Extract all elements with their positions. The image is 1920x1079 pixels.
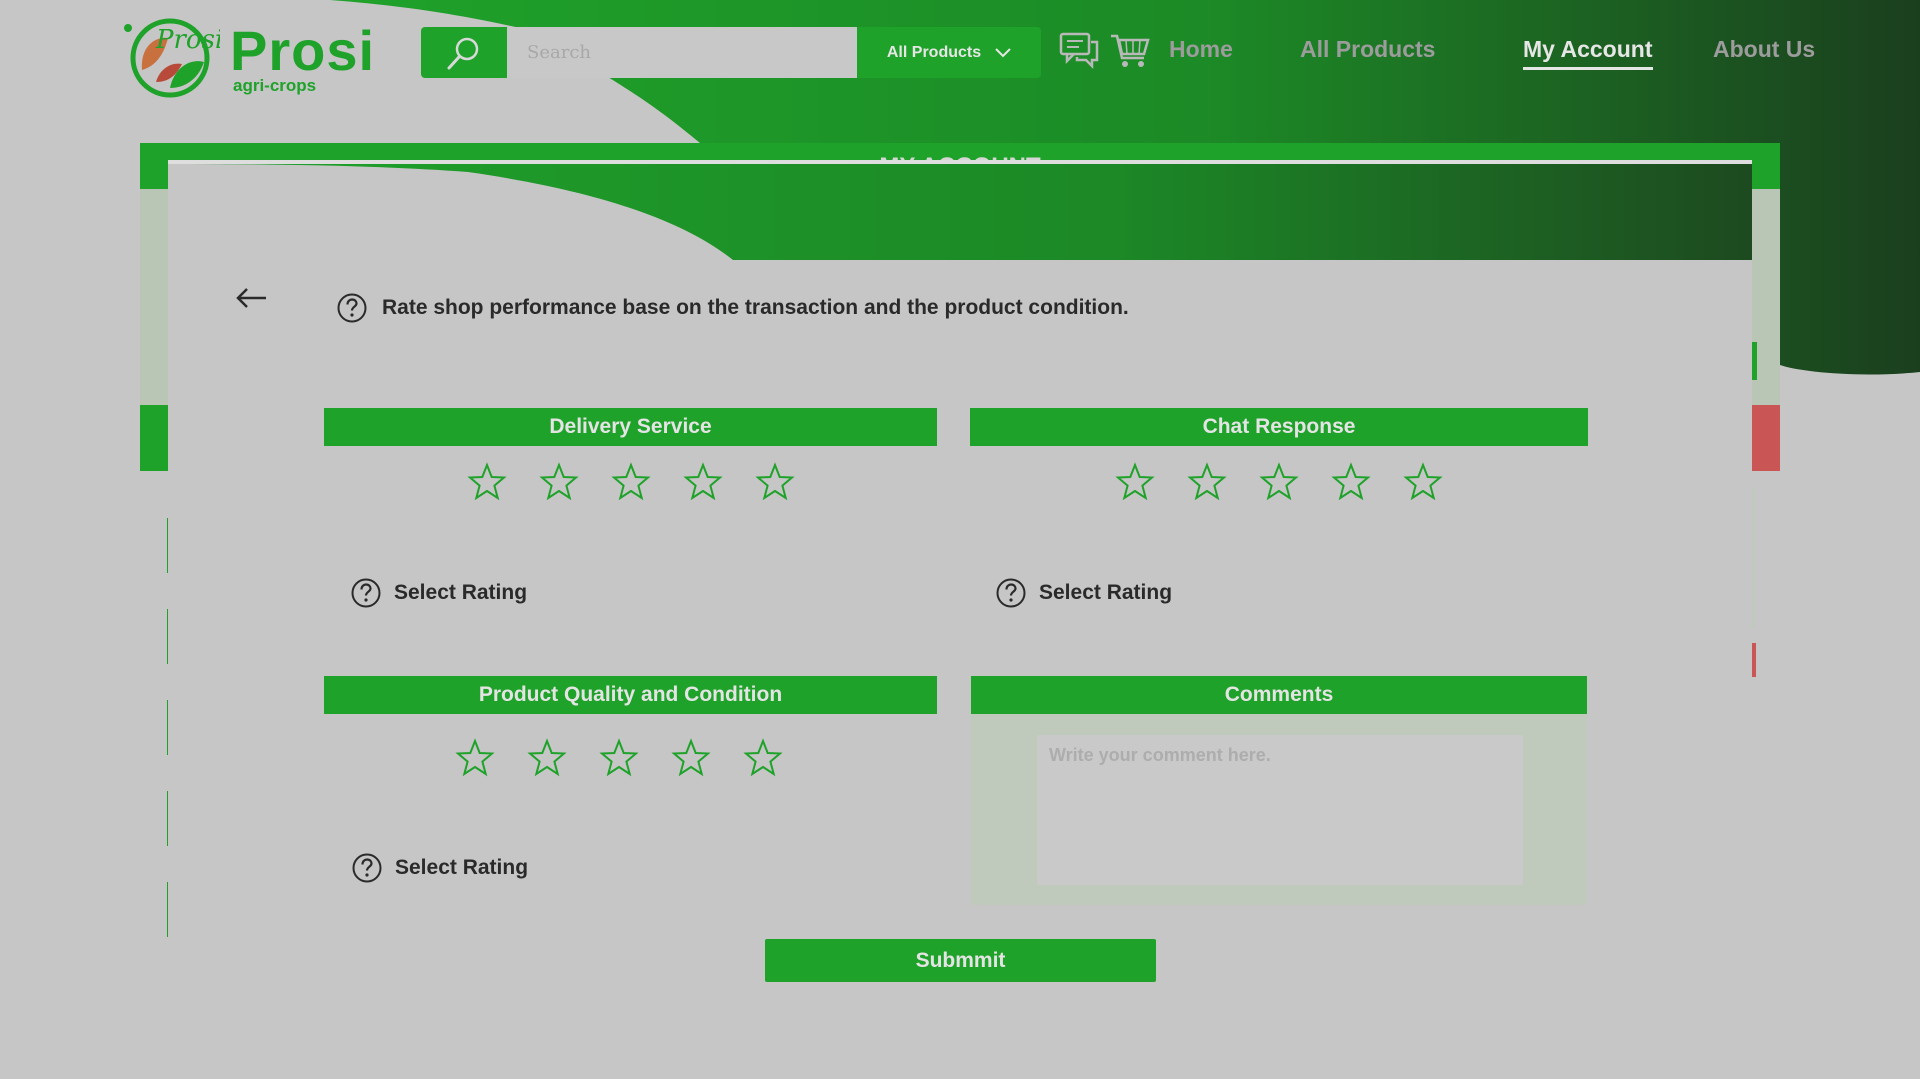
rating-card-chat: Chat Response: [970, 408, 1588, 502]
modal-header-wave: [168, 164, 1752, 260]
star-rating: [970, 462, 1588, 502]
star-rating: [324, 462, 937, 502]
rating-status-text: Select Rating: [1039, 581, 1173, 604]
background-tab: [140, 405, 168, 471]
background-divider: [1752, 488, 1755, 628]
background-alert-tab: [1752, 405, 1780, 471]
brand-tagline: agri-crops: [233, 76, 317, 95]
star-icon[interactable]: [1259, 462, 1299, 502]
rating-status-product-quality: Select Rating: [351, 852, 528, 884]
star-icon[interactable]: [598, 738, 639, 778]
help-icon: [351, 578, 381, 608]
star-icon[interactable]: [754, 462, 795, 502]
star-rating: [324, 738, 937, 778]
comment-textarea[interactable]: [1037, 735, 1523, 885]
nav-all-products[interactable]: All Products: [1300, 36, 1435, 63]
rating-instruction: Rate shop performance base on the transa…: [336, 292, 1129, 324]
star-icon[interactable]: [538, 462, 579, 502]
rating-status-chat: Select Rating: [995, 577, 1172, 609]
brand-name: Prosi: [230, 19, 376, 82]
nav-about-us[interactable]: About Us: [1713, 36, 1815, 63]
card-title: Product Quality and Condition: [324, 676, 937, 714]
logo[interactable]: Prosi Prosi agri-crops: [120, 10, 380, 98]
card-title: Chat Response: [970, 408, 1588, 446]
category-select-label: All Products: [886, 43, 982, 61]
card-title: Delivery Service: [324, 408, 937, 446]
star-icon[interactable]: [1403, 462, 1443, 502]
back-arrow-icon[interactable]: [234, 280, 270, 316]
star-icon[interactable]: [682, 462, 723, 502]
star-icon[interactable]: [526, 738, 567, 778]
chevron-down-icon: [995, 47, 1011, 57]
star-icon[interactable]: [610, 462, 651, 502]
search-bar: All Products: [421, 27, 1041, 78]
star-icon[interactable]: [742, 738, 783, 778]
background-alert-indicator: [1752, 643, 1756, 677]
rating-card-delivery: Delivery Service: [324, 408, 937, 502]
star-icon[interactable]: [1115, 462, 1155, 502]
nav-home[interactable]: Home: [1169, 36, 1233, 63]
star-icon[interactable]: [1187, 462, 1227, 502]
rating-status-delivery: Select Rating: [350, 577, 527, 609]
rating-status-text: Select Rating: [395, 856, 529, 879]
category-select[interactable]: All Products: [857, 27, 1041, 78]
nav-my-account[interactable]: My Account: [1523, 36, 1653, 70]
cart-icon[interactable]: [1110, 30, 1150, 70]
help-icon: [337, 293, 367, 323]
logo-leaf-icon: Prosi: [124, 18, 220, 98]
star-icon[interactable]: [670, 738, 711, 778]
search-button[interactable]: [421, 27, 507, 78]
rating-modal: Rate shop performance base on the transa…: [168, 160, 1752, 1079]
help-icon: [352, 853, 382, 883]
rating-card-product-quality: Product Quality and Condition: [324, 676, 937, 778]
chat-icon[interactable]: [1059, 30, 1099, 70]
star-icon[interactable]: [454, 738, 495, 778]
background-panel: [140, 189, 168, 405]
comments-card: Comments: [971, 676, 1587, 905]
background-indicator: [1752, 342, 1757, 380]
instruction-text: Rate shop performance base on the transa…: [382, 296, 1129, 319]
submit-button[interactable]: Submmit: [765, 939, 1156, 982]
star-icon[interactable]: [466, 462, 507, 502]
search-input[interactable]: [507, 27, 857, 78]
rating-status-text: Select Rating: [394, 581, 528, 604]
comments-title: Comments: [971, 676, 1587, 714]
star-icon[interactable]: [1331, 462, 1371, 502]
search-icon: [447, 37, 479, 69]
help-icon: [996, 578, 1026, 608]
logo-mark-text: Prosi: [155, 25, 220, 55]
